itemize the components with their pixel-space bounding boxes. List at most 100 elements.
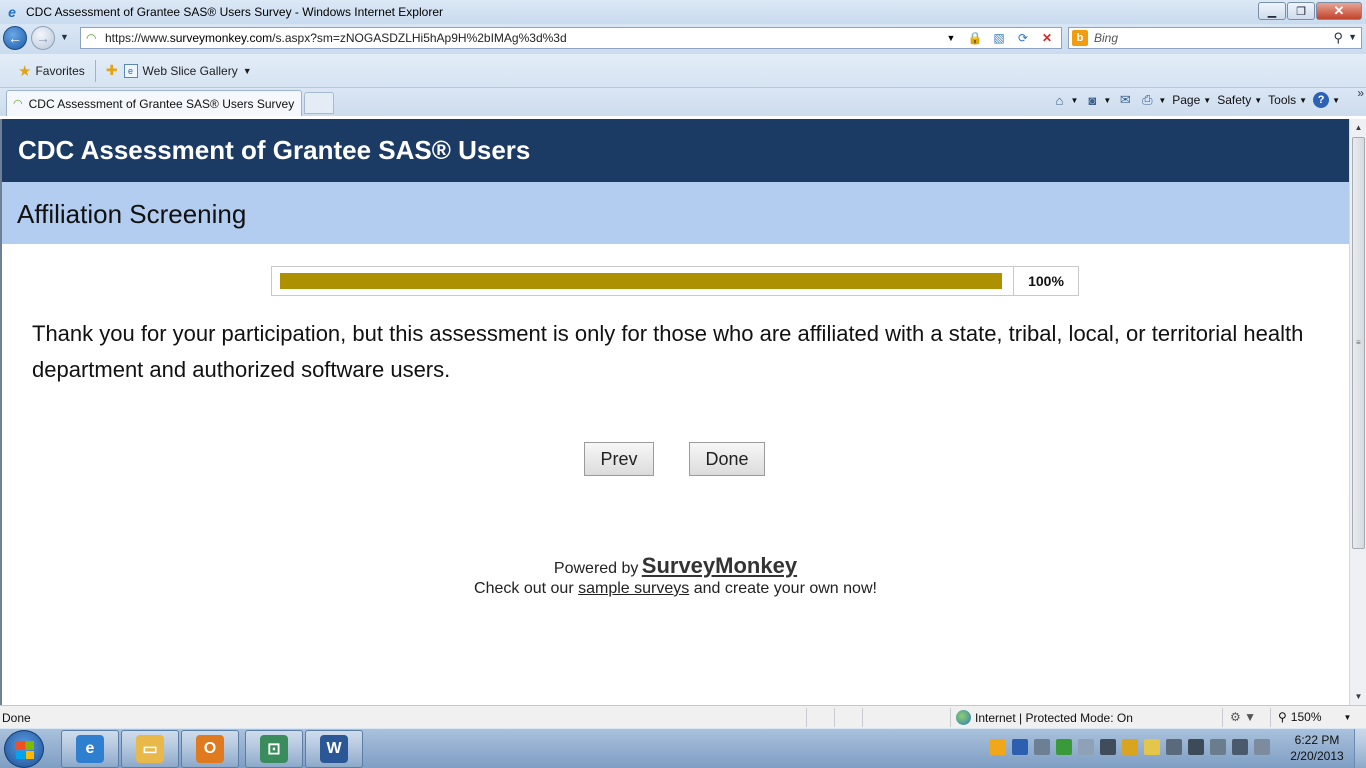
lock-icon[interactable]: 🔒	[967, 30, 983, 46]
new-tab-button[interactable]	[304, 92, 334, 114]
window-title: CDC Assessment of Grantee SAS® Users Sur…	[26, 5, 443, 19]
window-controls: ▁ ❐ ✕	[1257, 2, 1362, 20]
survey-header: CDC Assessment of Grantee SAS® Users	[2, 119, 1349, 182]
status-panel-divider	[950, 708, 951, 727]
web-slice-icon: e	[123, 63, 138, 78]
taskbar-app-word[interactable]: W	[305, 730, 363, 768]
safety-menu[interactable]: Safety ▼	[1217, 93, 1262, 107]
bing-icon: b	[1072, 30, 1088, 46]
usb-icon[interactable]	[1210, 739, 1226, 755]
tab-survey[interactable]: ◠ CDC Assessment of Grantee SAS® Users S…	[6, 90, 302, 116]
chevron-down-icon: ▼	[1343, 712, 1352, 722]
printer-icon: ⎙	[1142, 92, 1153, 107]
page-menu[interactable]: Page ▼	[1172, 93, 1211, 107]
zone-text: Internet | Protected Mode: On	[975, 710, 1133, 725]
clock-time: 6:22 PM	[1294, 733, 1340, 747]
page-title: Affiliation Screening	[17, 199, 247, 229]
scroll-up-arrow-icon[interactable]: ▲	[1350, 119, 1366, 136]
refresh-icon[interactable]: ⟳	[1015, 30, 1031, 46]
search-box[interactable]: b Bing ⚲ ▼	[1068, 27, 1362, 49]
word-icon: W	[320, 735, 348, 763]
start-button[interactable]	[4, 730, 44, 768]
status-panel-divider	[1222, 708, 1223, 727]
search-icon[interactable]: ⚲	[1333, 30, 1343, 46]
scroll-grip-icon: ≡	[1356, 338, 1361, 347]
surveymonkey-link[interactable]: SurveyMonkey	[642, 553, 797, 578]
compatibility-view-icon[interactable]: ▧	[991, 30, 1007, 46]
print-button[interactable]: ⎙ ▼	[1139, 92, 1166, 108]
page-header: Affiliation Screening	[2, 182, 1349, 244]
taskbar-app-remote-desktop[interactable]: ⊡	[245, 730, 303, 768]
taskbar: e ▭ O ⊡ W 6:22 PM 2/20/2013	[0, 728, 1366, 768]
mail-icon: ✉	[1119, 92, 1131, 107]
display-icon[interactable]	[1100, 739, 1116, 755]
outlook-icon: O	[196, 735, 224, 763]
more-commands-icon[interactable]: »	[1357, 86, 1364, 100]
taskbar-app-outlook[interactable]: O	[181, 730, 239, 768]
help-button[interactable]: ? ▼	[1313, 92, 1340, 108]
status-panel-divider	[806, 708, 807, 727]
read-mail-button[interactable]: ✉	[1117, 92, 1133, 108]
volume-icon[interactable]	[1254, 739, 1270, 755]
zoom-level: 150%	[1290, 710, 1322, 724]
sync-icon[interactable]	[1056, 739, 1072, 755]
chevron-down-icon: ▼	[242, 65, 252, 76]
power-icon[interactable]	[1166, 739, 1182, 755]
close-button[interactable]: ✕	[1316, 2, 1362, 20]
show-desktop-button[interactable]	[1354, 729, 1366, 768]
forward-arrow-icon: →	[36, 30, 50, 46]
add-to-favorites-icon[interactable]: ✚	[106, 62, 118, 79]
network-icon[interactable]	[1078, 739, 1094, 755]
back-arrow-icon: ←	[8, 30, 22, 46]
home-button[interactable]: ⌂ ▼	[1051, 92, 1079, 108]
progress-bar: 100%	[271, 266, 1079, 296]
scroll-thumb[interactable]: ≡	[1352, 137, 1365, 549]
prev-button[interactable]: Prev	[584, 442, 654, 476]
tray-app-icon[interactable]	[990, 739, 1006, 755]
shield-icon[interactable]	[1144, 739, 1160, 755]
favorites-separator	[94, 59, 96, 82]
add-ons-icon[interactable]: ⚙ ▼	[1230, 710, 1256, 724]
web-slice-label: Web Slice Gallery	[142, 63, 238, 78]
taskbar-app-ie[interactable]: e	[61, 730, 119, 768]
rss-icon: ◙	[1088, 92, 1097, 108]
recent-pages-dropdown[interactable]: ▼	[60, 32, 69, 42]
search-options-dropdown[interactable]: ▼	[1348, 32, 1357, 42]
help-icon: ?	[1313, 92, 1330, 108]
screening-message: Thank you for your participation, but th…	[32, 321, 1304, 382]
vertical-scrollbar[interactable]: ▲ ≡ ▼	[1349, 119, 1366, 705]
security-center-icon[interactable]	[1034, 739, 1050, 755]
bluetooth-icon[interactable]	[1012, 739, 1028, 755]
survey-footer: Powered by SurveyMonkey Check out our sa…	[2, 553, 1349, 598]
tab-favicon-icon: ◠	[13, 98, 23, 110]
back-button[interactable]: ←	[3, 26, 27, 50]
taskbar-clock[interactable]: 6:22 PM 2/20/2013	[1284, 732, 1350, 764]
network-connection-icon[interactable]	[1232, 739, 1248, 755]
tab-row: ◠ CDC Assessment of Grantee SAS® Users S…	[0, 86, 1366, 116]
status-bar: Done Internet | Protected Mode: On ⚙ ▼ ⚲…	[0, 705, 1366, 728]
address-bar[interactable]: ◠ https://www.surveymonkey.com/s.aspx?sm…	[80, 27, 1062, 49]
sample-surveys-link[interactable]: sample surveys	[578, 580, 689, 597]
lock-tray-icon[interactable]	[1122, 739, 1138, 755]
scroll-down-arrow-icon[interactable]: ▼	[1350, 688, 1366, 705]
done-button[interactable]: Done	[689, 442, 765, 476]
stop-icon[interactable]: ✕	[1039, 30, 1055, 46]
feeds-button[interactable]: ◙ ▼	[1084, 92, 1111, 108]
globe-icon	[956, 710, 971, 725]
monitor-icon[interactable]	[1188, 739, 1204, 755]
maximize-button[interactable]: ❐	[1287, 2, 1315, 20]
address-bar-icons: ▼ 🔒 ▧ ⟳ ✕	[943, 30, 1055, 46]
progress-fill	[280, 273, 1002, 289]
address-dropdown-icon[interactable]: ▼	[943, 30, 959, 46]
site-favicon-icon: ◠	[86, 31, 97, 45]
zoom-control[interactable]: ⚲ 150% ▼	[1278, 710, 1351, 724]
address-toolbar: ← → ▼ ◠ https://www.surveymonkey.com/s.a…	[0, 24, 1366, 54]
favorites-button[interactable]: ★ Favorites	[18, 62, 85, 80]
url-text[interactable]: https://www.surveymonkey.com/s.aspx?sm=z…	[105, 31, 567, 45]
forward-button[interactable]: →	[31, 26, 55, 50]
security-zone[interactable]: Internet | Protected Mode: On	[956, 710, 1133, 725]
taskbar-app-explorer[interactable]: ▭	[121, 730, 179, 768]
tools-menu[interactable]: Tools ▼	[1268, 93, 1307, 107]
web-slice-gallery-link[interactable]: e Web Slice Gallery ▼	[123, 63, 252, 78]
minimize-button[interactable]: ▁	[1258, 2, 1286, 20]
